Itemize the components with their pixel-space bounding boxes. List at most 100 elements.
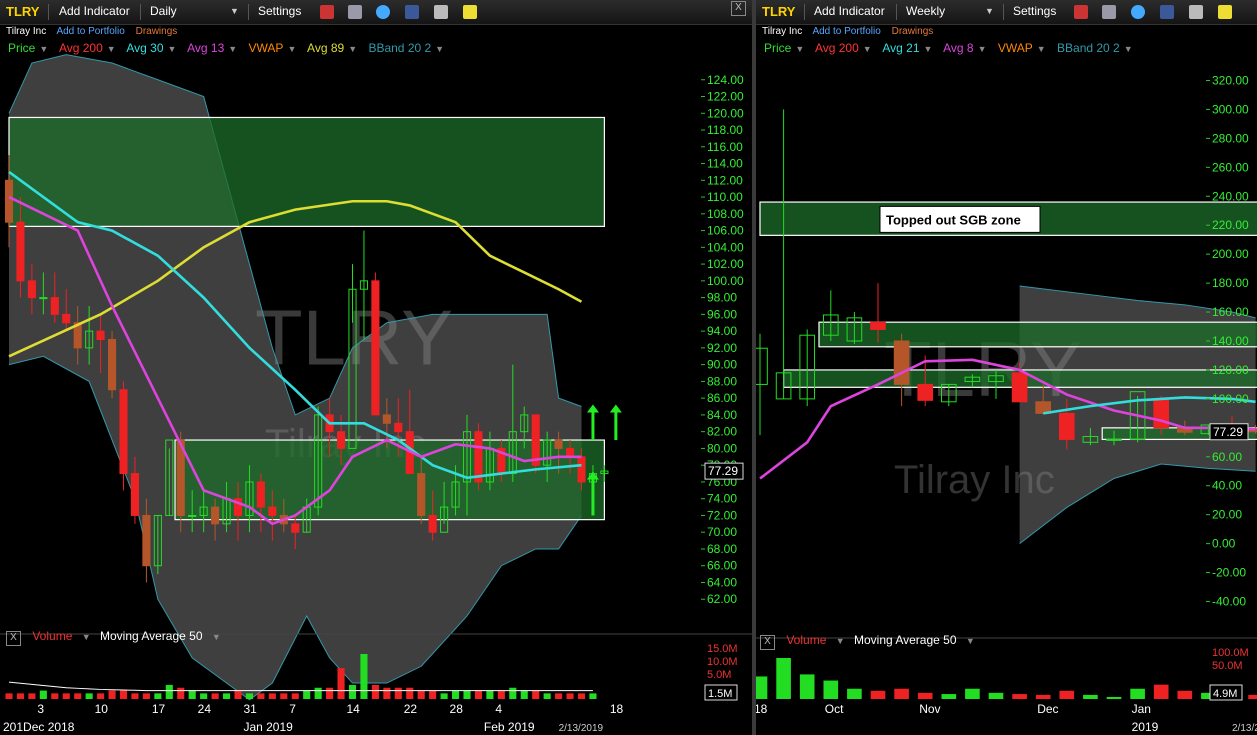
- volume-bar: [28, 693, 36, 699]
- y-tick-label: 200.00: [1212, 247, 1249, 261]
- volume-bar: [142, 693, 150, 699]
- volume-bar: [440, 693, 448, 699]
- candle-body: [50, 297, 59, 315]
- last-price-label: 77.29: [1213, 425, 1243, 439]
- volume-bar: [823, 680, 839, 699]
- candle-body: [27, 280, 36, 299]
- daily-chart-pane: TLRY Add Indicator Daily ▼ Settings X Ti…: [0, 0, 752, 735]
- y-tick-label: 300.00: [1212, 102, 1249, 116]
- volume-bar: [5, 693, 13, 699]
- volume-bar: [1153, 684, 1169, 699]
- candle-body: [756, 347, 768, 385]
- daily-price-chart[interactable]: TLRYTilray Inc62.0064.0066.0068.0070.007…: [0, 0, 752, 735]
- volume-bar: [16, 693, 24, 699]
- volume-bar: [131, 693, 139, 699]
- volume-bar: [452, 690, 460, 699]
- caret-icon[interactable]: ▼: [212, 632, 221, 642]
- x-tick-label: 10: [95, 702, 109, 716]
- candle-body: [211, 506, 220, 525]
- volume-bar: [268, 693, 276, 699]
- y-tick-label: 124.00: [707, 73, 744, 87]
- y-tick-label: 66.00: [707, 559, 737, 573]
- volume-bar: [799, 674, 815, 699]
- volume-bar: [1012, 694, 1027, 699]
- x-tick-label: 7: [289, 702, 296, 716]
- y-tick-label: 20.00: [1212, 508, 1242, 522]
- y-tick-label: 240.00: [1212, 189, 1249, 203]
- volume-bar: [211, 693, 219, 699]
- volume-bar: [1059, 690, 1075, 699]
- candle-body: [188, 514, 197, 517]
- volume-bar: [348, 684, 357, 699]
- volume-label[interactable]: Volume: [786, 633, 826, 647]
- volume-bar: [371, 684, 379, 699]
- moving-average-label[interactable]: Moving Average 50: [100, 629, 203, 643]
- y-tick-label: 100.00: [1212, 392, 1249, 406]
- volume-bar: [756, 676, 768, 699]
- volume-label[interactable]: Volume: [32, 629, 72, 643]
- candle-body: [554, 439, 563, 449]
- y-tick-label: 118.00: [707, 123, 743, 137]
- volume-bar: [543, 693, 551, 699]
- volume-bar: [417, 690, 425, 699]
- y-tick-label: 68.00: [707, 542, 737, 556]
- x-tick-label: 31: [243, 702, 257, 716]
- candle-body: [382, 414, 391, 424]
- y-tick-label: 220.00: [1212, 218, 1249, 232]
- volume-bar: [62, 693, 70, 699]
- volume-bar: [291, 693, 299, 699]
- candle-body: [291, 523, 300, 533]
- candle-body: [62, 313, 71, 324]
- volume-bar: [245, 693, 253, 699]
- daily-volume-header: X Volume ▼ Moving Average 50 ▼: [6, 629, 221, 646]
- weekly-price-chart[interactable]: TLRYTilray IncTopped out SGB zone-40.00-…: [756, 0, 1257, 735]
- caret-icon[interactable]: ▼: [836, 636, 845, 646]
- volume-bar: [74, 693, 82, 699]
- volume-bar: [988, 692, 1004, 699]
- volume-bar: [200, 693, 208, 699]
- y-tick-label: 88.00: [707, 374, 737, 388]
- y-tick-label: 104.00: [707, 240, 744, 254]
- y-tick-label: 62.00: [707, 592, 737, 606]
- x-tick-label: 4: [495, 702, 502, 716]
- candle-body: [130, 473, 139, 516]
- candle-body: [417, 473, 426, 516]
- x-tick-label: Jan: [1132, 702, 1151, 716]
- close-volume-button[interactable]: X: [760, 635, 775, 650]
- y-tick-label: 320.00: [1212, 73, 1249, 87]
- volume-bar: [360, 654, 368, 699]
- x-tick-label: 2/13/2019: [1232, 723, 1257, 734]
- y-tick-label: 60.00: [1212, 450, 1242, 464]
- volume-bar: [51, 693, 59, 699]
- candle-body: [577, 456, 586, 483]
- y-tick-label: 92.00: [707, 341, 737, 355]
- y-tick-label: 100.00: [707, 274, 744, 288]
- volume-bar: [474, 690, 482, 699]
- volume-bar: [1083, 694, 1098, 699]
- y-tick-label: -20.00: [1212, 566, 1246, 580]
- y-tick-label: 64.00: [707, 575, 737, 589]
- y-tick-label: 80.00: [707, 441, 737, 455]
- candle-body: [870, 321, 886, 330]
- volume-tick-label: 15.0M: [707, 643, 738, 655]
- weekly-volume-header: X Volume ▼ Moving Average 50 ▼: [760, 633, 975, 650]
- volume-bar: [589, 693, 597, 699]
- volume-bar: [429, 690, 437, 699]
- caret-icon[interactable]: ▼: [82, 632, 91, 642]
- close-volume-button[interactable]: X: [6, 631, 21, 646]
- x-tick-label: Dec: [1037, 702, 1058, 716]
- moving-average-label[interactable]: Moving Average 50: [854, 633, 957, 647]
- volume-bar: [1106, 696, 1122, 699]
- volume-bar: [280, 693, 288, 699]
- caret-icon[interactable]: ▼: [966, 636, 975, 646]
- candle-body: [4, 179, 14, 223]
- volume-bar: [1035, 694, 1051, 699]
- y-tick-label: 280.00: [1212, 131, 1249, 145]
- volume-bar: [1130, 688, 1145, 699]
- volume-bar: [486, 690, 494, 699]
- volume-bar: [108, 690, 116, 699]
- x-tick-label: 14: [347, 702, 361, 716]
- volume-bar: [965, 688, 980, 699]
- volume-bar: [165, 684, 173, 699]
- candle-body: [371, 280, 380, 416]
